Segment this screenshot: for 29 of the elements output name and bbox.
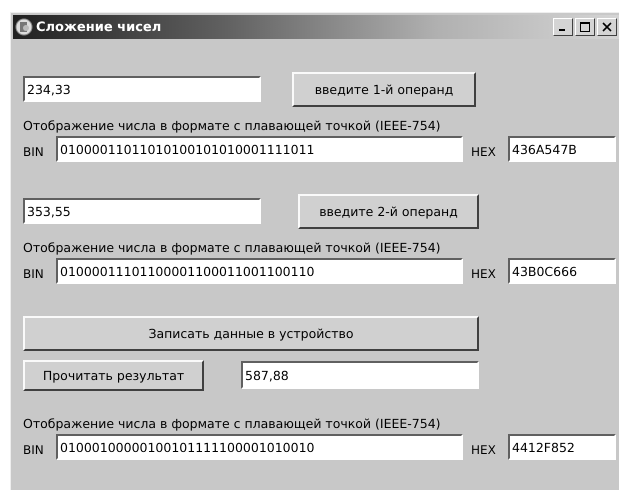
app-icon: [15, 18, 33, 36]
bin-label: BIN: [23, 144, 45, 159]
hex-field[interactable]: 43B0C666: [508, 258, 616, 284]
hex-label: HEX: [471, 442, 497, 457]
window-title: Сложение чисел: [36, 20, 162, 34]
bin-label: BIN: [23, 442, 45, 457]
operand-field[interactable]: 353,55: [23, 198, 261, 224]
caption-text: Отображение числа в формате с плавающей точкой (IEEE-754): [23, 240, 441, 254]
maximize-button[interactable]: [575, 18, 595, 36]
close-icon: [602, 22, 612, 32]
caption-text: Отображение числа в формате с плавающей точкой (IEEE-754): [23, 118, 441, 132]
caption-text: Отображение числа в формате с плавающей точкой (IEEE-754): [23, 416, 441, 430]
bin-label: BIN: [23, 266, 45, 281]
minimize-button[interactable]: [553, 18, 573, 36]
write-device-button[interactable]: Записать данные в устройство: [23, 316, 479, 350]
enter-operand-button[interactable]: введите 1-й операнд: [292, 72, 476, 106]
enter-operand-button[interactable]: введите 2-й операнд: [298, 194, 479, 228]
hex-label: HEX: [471, 144, 497, 159]
result-field[interactable]: 587,88: [241, 361, 479, 389]
hex-field[interactable]: 4412F852: [508, 434, 616, 460]
close-button[interactable]: [597, 18, 617, 36]
read-result-button[interactable]: Прочитать результат: [23, 360, 204, 390]
maximize-icon: [580, 22, 590, 32]
hex-field[interactable]: 436A547B: [508, 136, 616, 162]
hex-label: HEX: [471, 266, 497, 281]
operand-field[interactable]: 234,33: [23, 76, 261, 102]
bin-field[interactable]: 01000011011010100101010001111011: [56, 136, 463, 162]
bin-field[interactable]: 01000011101100001100011001100110: [56, 258, 463, 284]
bin-field[interactable]: 01000100000100101111100001010010: [56, 434, 463, 460]
